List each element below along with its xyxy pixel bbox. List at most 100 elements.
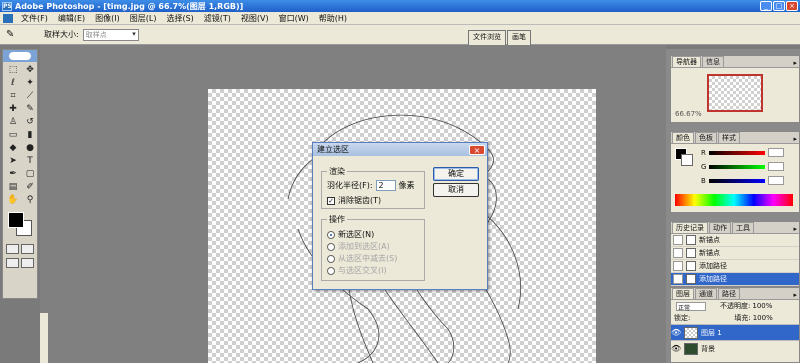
cancel-button[interactable]: 取消: [433, 183, 479, 197]
history-brush-icon[interactable]: ↺: [22, 116, 38, 128]
tab-history[interactable]: 历史记录: [672, 222, 708, 233]
blur-tool-icon[interactable]: ◆: [5, 142, 21, 154]
tab-styles[interactable]: 样式: [718, 132, 740, 143]
minimize-button[interactable]: _: [760, 1, 772, 11]
red-slider[interactable]: R: [701, 148, 784, 157]
history-item[interactable]: 添加路径: [671, 260, 799, 273]
menu-layer[interactable]: 图层(L): [125, 13, 162, 24]
menu-edit[interactable]: 编辑(E): [53, 13, 90, 24]
layer-row[interactable]: 👁 背景: [671, 340, 799, 356]
eraser-tool-icon[interactable]: ▭: [5, 129, 21, 141]
dialog-titlebar[interactable]: 建立选区 ×: [313, 143, 487, 156]
menu-help[interactable]: 帮助(H): [314, 13, 352, 24]
type-tool-icon[interactable]: T: [22, 155, 38, 167]
eyedropper-tool-icon[interactable]: ✐: [22, 181, 38, 193]
blue-value-field[interactable]: [767, 176, 784, 185]
layer-row-selected[interactable]: 👁 图层 1: [671, 324, 799, 340]
eye-icon[interactable]: 👁: [671, 344, 681, 353]
menu-window[interactable]: 窗口(W): [274, 13, 314, 24]
tab-channels[interactable]: 通道: [695, 288, 717, 299]
op-new-selection[interactable]: 新选区(N): [327, 229, 374, 240]
magic-wand-icon[interactable]: ✦: [22, 77, 38, 89]
menu-select[interactable]: 选择(S): [161, 13, 198, 24]
lasso-tool-icon[interactable]: ℓ: [5, 77, 21, 89]
fill-value[interactable]: 100%: [753, 314, 773, 322]
notes-tool-icon[interactable]: ▤: [5, 181, 21, 193]
green-track[interactable]: [709, 164, 766, 169]
blue-slider[interactable]: B: [701, 176, 784, 185]
tab-brushes[interactable]: 画笔: [507, 30, 531, 45]
tab-paths[interactable]: 路径: [718, 288, 740, 299]
standard-mode-button[interactable]: [6, 244, 19, 254]
zoom-tool-icon[interactable]: ⚲: [22, 194, 38, 206]
quickmask-mode-button[interactable]: [21, 244, 34, 254]
green-value-field[interactable]: [768, 162, 785, 171]
eyedropper-icon[interactable]: ✎: [6, 29, 20, 41]
shape-tool-icon[interactable]: ▢: [22, 168, 38, 180]
screen-mode-standard-button[interactable]: [6, 258, 19, 268]
menu-view[interactable]: 视图(V): [236, 13, 274, 24]
ok-button[interactable]: 确定: [433, 167, 479, 181]
history-source-box[interactable]: [673, 235, 683, 245]
toolbox-header[interactable]: [3, 50, 37, 62]
antialias-checkbox[interactable]: ✓: [327, 196, 335, 205]
antialias-row[interactable]: ✓ 消除锯齿(T): [327, 195, 381, 206]
pen-tool-icon[interactable]: ✒: [5, 168, 21, 180]
green-slider[interactable]: G: [701, 162, 785, 171]
marquee-tool-icon[interactable]: ⬚: [5, 64, 21, 76]
menu-filter[interactable]: 滤镜(T): [199, 13, 236, 24]
foreground-color-swatch[interactable]: [8, 212, 24, 228]
history-source-box[interactable]: [673, 248, 683, 258]
brush-tool-icon[interactable]: ✎: [22, 103, 38, 115]
history-source-box[interactable]: [673, 274, 683, 284]
screen-mode-full-button[interactable]: [21, 258, 34, 268]
layer-thumbnail: [684, 342, 698, 355]
stamp-tool-icon[interactable]: ♙: [5, 116, 21, 128]
panel-menu-icon[interactable]: ▸: [793, 135, 797, 143]
tab-color[interactable]: 颜色: [672, 132, 694, 143]
history-source-box[interactable]: [673, 261, 683, 271]
new-selection-radio[interactable]: [327, 230, 335, 239]
move-tool-icon[interactable]: ✥: [22, 64, 38, 76]
navigator-preview[interactable]: [707, 74, 763, 112]
dialog-close-button[interactable]: ×: [469, 144, 485, 155]
subtract-selection-radio: [327, 254, 335, 263]
blend-mode-select[interactable]: 正常: [676, 301, 706, 312]
gradient-tool-icon[interactable]: ▮: [22, 129, 38, 141]
panel-background-swatch[interactable]: [681, 154, 693, 166]
tab-navigator[interactable]: 导航器: [672, 56, 701, 67]
sample-size-select[interactable]: 取样点: [82, 28, 139, 41]
menu-image[interactable]: 图像(I): [90, 13, 125, 24]
red-value-field[interactable]: [767, 148, 784, 157]
maximize-button[interactable]: □: [773, 1, 785, 11]
eye-icon[interactable]: 👁: [671, 328, 681, 337]
panel-menu-icon[interactable]: ▸: [793, 59, 797, 67]
crop-tool-icon[interactable]: ⌗: [5, 90, 21, 102]
history-item[interactable]: 新锚点: [671, 247, 799, 260]
menu-file[interactable]: 文件(F): [16, 13, 53, 24]
close-button[interactable]: ×: [786, 1, 798, 11]
color-spectrum-bar[interactable]: [675, 194, 793, 206]
hand-tool-icon[interactable]: ✋: [5, 194, 21, 206]
tab-file-browser[interactable]: 文件浏览: [468, 30, 506, 45]
tab-info[interactable]: 信息: [702, 56, 724, 67]
history-item-label: 新锚点: [699, 249, 720, 257]
tab-tools[interactable]: 工具: [732, 222, 754, 233]
healing-brush-icon[interactable]: ✚: [5, 103, 21, 115]
panel-menu-icon[interactable]: ▸: [793, 291, 797, 299]
history-item[interactable]: 新锚点: [671, 234, 799, 247]
path-select-icon[interactable]: ➤: [5, 155, 21, 167]
panel-menu-icon[interactable]: ▸: [793, 225, 797, 233]
navigator-zoom[interactable]: 66.67%: [675, 110, 702, 118]
slice-tool-icon[interactable]: ⟋: [22, 90, 38, 102]
tab-swatches[interactable]: 色板: [695, 132, 717, 143]
dodge-tool-icon[interactable]: ●: [22, 142, 38, 154]
document-icon[interactable]: [3, 13, 13, 23]
tab-actions[interactable]: 动作: [709, 222, 731, 233]
history-item-selected[interactable]: 添加路径: [671, 273, 799, 286]
tab-layers[interactable]: 图层: [672, 288, 694, 299]
opacity-value[interactable]: 100%: [752, 302, 772, 310]
blue-track[interactable]: [708, 178, 765, 183]
red-track[interactable]: [708, 150, 765, 155]
feather-radius-input[interactable]: 2: [375, 180, 396, 191]
